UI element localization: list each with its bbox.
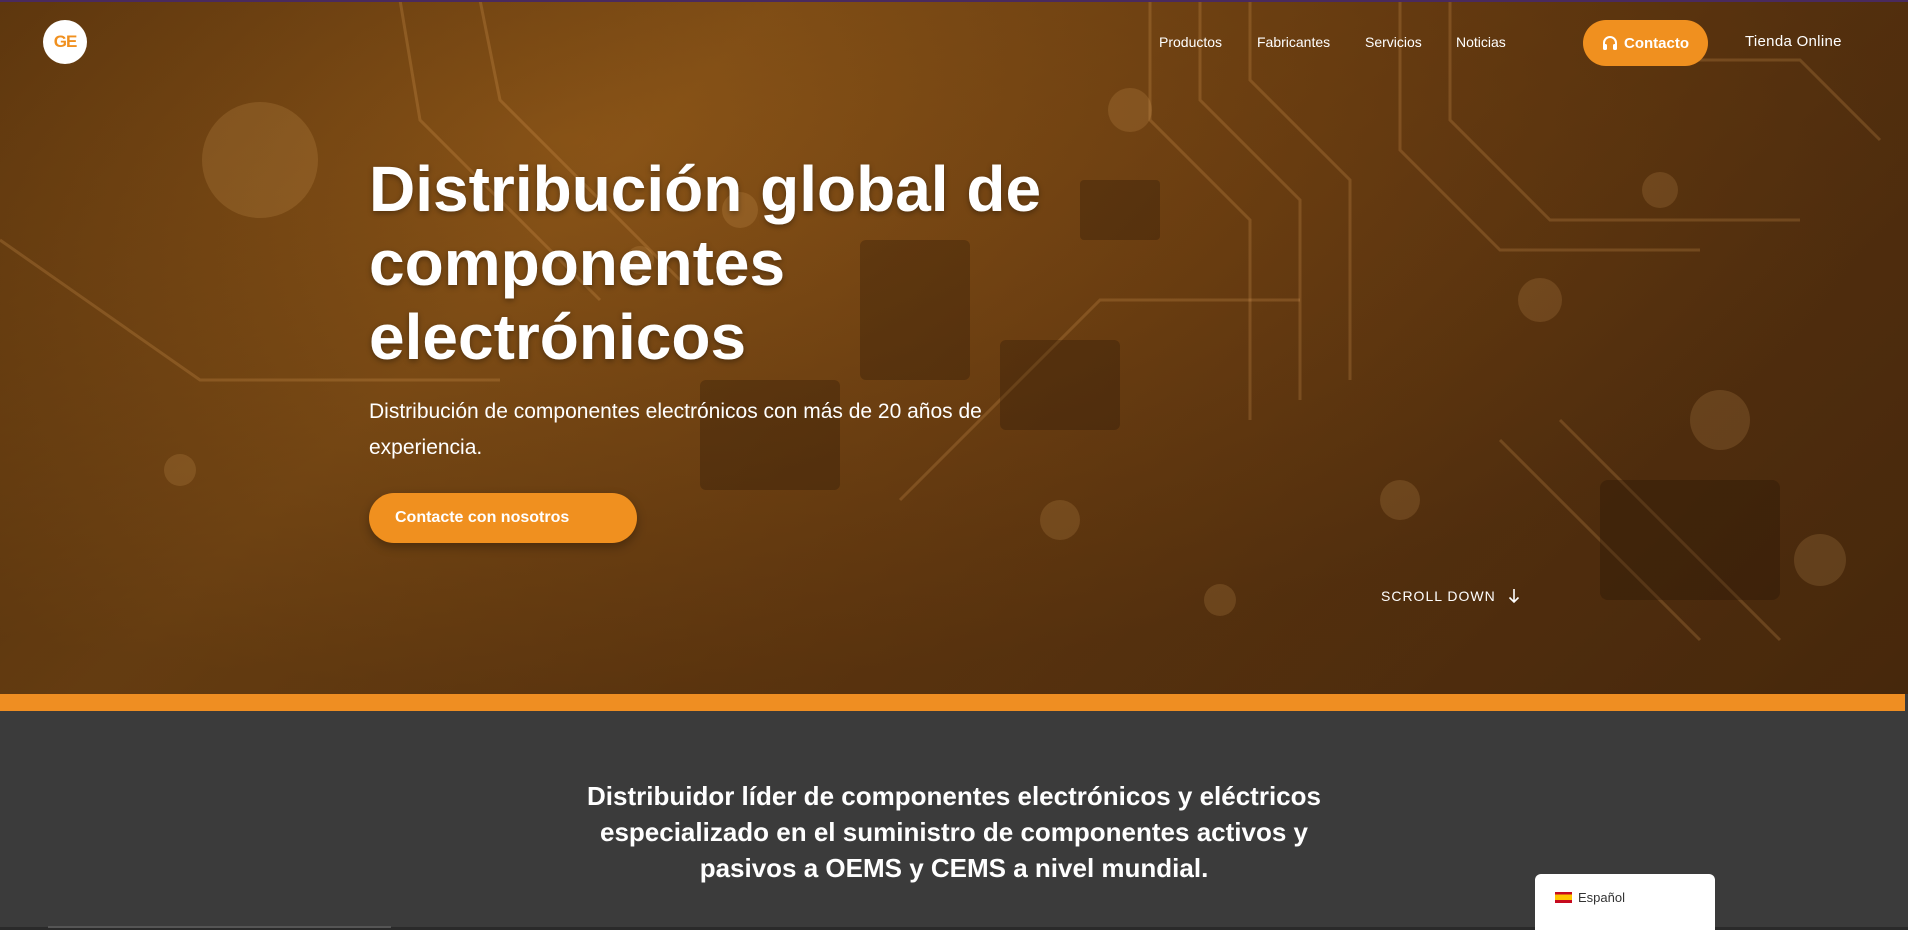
- contact-button-label: Contacto: [1624, 34, 1689, 52]
- accent-divider: [0, 694, 1905, 711]
- scroll-down-label: SCROLL DOWN: [1381, 588, 1496, 604]
- scroll-down-link[interactable]: SCROLL DOWN: [1381, 588, 1520, 604]
- nav-item-servicios[interactable]: Servicios: [1365, 0, 1422, 84]
- contact-us-button[interactable]: Contacte con nosotros: [369, 493, 637, 543]
- arrow-down-icon: [1508, 589, 1519, 604]
- spain-flag-icon: [1555, 892, 1572, 903]
- hero-title: Distribución global de componentes elect…: [369, 153, 1042, 373]
- contact-button[interactable]: Contacto: [1583, 20, 1708, 66]
- language-label: Español: [1578, 890, 1625, 905]
- bottom-divider: [48, 926, 391, 928]
- nav-item-productos[interactable]: Productos: [1159, 0, 1222, 84]
- online-shop-link[interactable]: Tienda Online: [1745, 33, 1842, 50]
- nav-item-label: Servicios: [1365, 34, 1422, 50]
- top-accent-line: [0, 0, 1908, 2]
- brand-logo[interactable]: GE: [43, 20, 87, 64]
- nav-item-label: Noticias: [1456, 34, 1506, 50]
- hero-subtitle: Distribución de componentes electrónicos…: [369, 400, 982, 459]
- intro-text: Distribuidor líder de componentes electr…: [587, 781, 1321, 883]
- nav-item-fabricantes[interactable]: Fabricantes: [1257, 0, 1330, 84]
- headset-icon: [1603, 36, 1617, 50]
- nav-item-noticias[interactable]: Noticias: [1456, 0, 1506, 84]
- logo-text: GE: [53, 32, 78, 51]
- nav-item-label: Productos: [1159, 34, 1223, 50]
- contact-us-button-label: Contacte con nosotros: [395, 509, 570, 526]
- language-switcher[interactable]: Español: [1535, 874, 1715, 930]
- nav-item-label: Fabricantes: [1257, 34, 1331, 50]
